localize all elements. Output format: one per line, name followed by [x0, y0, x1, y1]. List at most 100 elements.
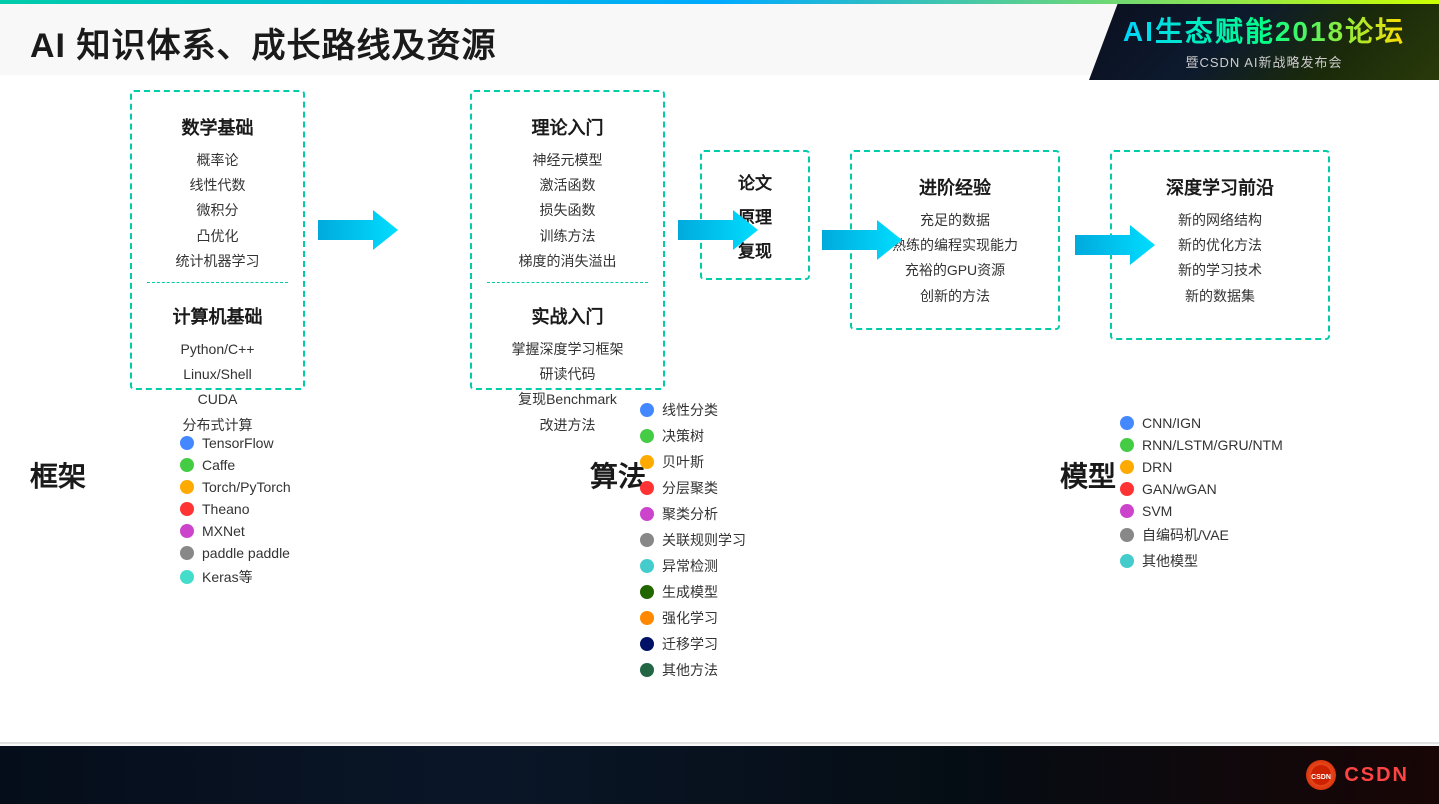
- algorithm-item: 贝叶斯: [640, 452, 746, 472]
- algorithm-name: 贝叶斯: [662, 452, 704, 472]
- theory-item-3: 损失函数: [487, 198, 648, 223]
- algorithm-item: 决策树: [640, 426, 746, 446]
- math-header: 数学基础: [147, 102, 288, 140]
- math-item-3: 微积分: [147, 198, 288, 223]
- model-name: CNN/IGN: [1142, 415, 1201, 431]
- deep-item-4: 新的数据集: [1127, 284, 1313, 309]
- model-dot: [1120, 554, 1134, 568]
- practical-item-1: 掌握深度学习框架: [487, 337, 648, 362]
- math-items: 概率论 线性代数 微积分 凸优化 统计机器学习: [147, 148, 288, 274]
- model-item: DRN: [1120, 459, 1283, 475]
- model-item: GAN/wGAN: [1120, 481, 1283, 497]
- math-item-1: 概率论: [147, 148, 288, 173]
- algorithm-item: 其他方法: [640, 660, 746, 680]
- algorithm-dot: [640, 663, 654, 677]
- page-title: AI 知识体系、成长路线及资源: [30, 18, 496, 67]
- model-name: DRN: [1142, 459, 1172, 475]
- algorithm-item: 强化学习: [640, 608, 746, 628]
- framework-item: Theano: [180, 501, 291, 517]
- algorithm-name: 关联规则学习: [662, 530, 746, 550]
- algorithm-dot: [640, 637, 654, 651]
- algorithm-name: 聚类分析: [662, 504, 718, 524]
- model-dot: [1120, 504, 1134, 518]
- algorithm-item: 分层聚类: [640, 478, 746, 498]
- algorithm-dot: [640, 481, 654, 495]
- framework-dot: [180, 524, 194, 538]
- model-name: 其他模型: [1142, 551, 1198, 571]
- practical-item-4: 改进方法: [487, 413, 648, 438]
- framework-item: Caffe: [180, 457, 291, 473]
- computer-header: 计算机基础: [147, 291, 288, 329]
- practical-item-2: 研读代码: [487, 362, 648, 387]
- math-item-4: 凸优化: [147, 224, 288, 249]
- framework-name: MXNet: [202, 523, 245, 539]
- box-divider-1: [147, 282, 288, 283]
- logo-title: AI生态赋能2018论坛: [1123, 10, 1405, 50]
- algorithm-name: 生成模型: [662, 582, 718, 602]
- framework-name: Caffe: [202, 457, 235, 473]
- arrow-2: [678, 205, 758, 260]
- csdn-icon: CSDN: [1306, 760, 1336, 790]
- arrow-1: [318, 205, 398, 260]
- model-dot: [1120, 460, 1134, 474]
- algorithm-dot: [640, 559, 654, 573]
- framework-item: Keras等: [180, 567, 291, 587]
- model-name: RNN/LSTM/GRU/NTM: [1142, 437, 1283, 453]
- framework-dot: [180, 480, 194, 494]
- practical-header: 实战入门: [487, 291, 648, 329]
- algorithm-dot: [640, 611, 654, 625]
- framework-dot: [180, 458, 194, 472]
- algorithm-name: 迁移学习: [662, 634, 718, 654]
- model-name: GAN/wGAN: [1142, 481, 1217, 497]
- framework-name: Keras等: [202, 567, 253, 587]
- algorithm-name: 其他方法: [662, 660, 718, 680]
- framework-name: paddle paddle: [202, 545, 290, 561]
- theory-item-2: 激活函数: [487, 173, 648, 198]
- framework-dot: [180, 546, 194, 560]
- arrow-3: [822, 215, 902, 270]
- model-item: 自编码机/VAE: [1120, 525, 1283, 545]
- model-item: RNN/LSTM/GRU/NTM: [1120, 437, 1283, 453]
- framework-item: TensorFlow: [180, 435, 291, 451]
- model-name: 自编码机/VAE: [1142, 525, 1229, 545]
- algorithm-dot: [640, 403, 654, 417]
- box-divider-2: [487, 282, 648, 283]
- model-item: CNN/IGN: [1120, 415, 1283, 431]
- model-item: SVM: [1120, 503, 1283, 519]
- computer-item-1: Python/C++: [147, 337, 288, 362]
- algorithm-item: 异常检测: [640, 556, 746, 576]
- models-list: CNN/IGN RNN/LSTM/GRU/NTM DRN GAN/wGAN SVM 自编码…: [1120, 415, 1283, 577]
- logo-subtitle: 暨CSDN AI新战略发布会: [1185, 52, 1342, 71]
- model-name: SVM: [1142, 503, 1172, 519]
- model-dot: [1120, 438, 1134, 452]
- computer-item-3: CUDA: [147, 387, 288, 412]
- model-dot: [1120, 528, 1134, 542]
- framework-name: Theano: [202, 501, 249, 517]
- bottom-bar: CSDN CSDN: [0, 746, 1439, 804]
- framework-dot: [180, 436, 194, 450]
- practical-items: 掌握深度学习框架 研读代码 复现Benchmark 改进方法: [487, 337, 648, 438]
- framework-dot: [180, 502, 194, 516]
- algorithm-dot: [640, 585, 654, 599]
- framework-item: MXNet: [180, 523, 291, 539]
- algorithms-list: 线性分类决策树贝叶斯分层聚类聚类分析关联规则学习异常检测生成模型强化学习迁移学习…: [640, 400, 746, 686]
- logo-area: AI生态赋能2018论坛 暨CSDN AI新战略发布会: [1089, 0, 1439, 80]
- framework-item: Torch/PyTorch: [180, 479, 291, 495]
- computer-item-2: Linux/Shell: [147, 362, 288, 387]
- algorithm-dot: [640, 429, 654, 443]
- advanced-header: 进阶经验: [867, 162, 1043, 200]
- theory-header: 理论入门: [487, 102, 648, 140]
- advanced-item-4: 创新的方法: [867, 284, 1043, 309]
- framework-item: paddle paddle: [180, 545, 291, 561]
- arrow-4: [1075, 220, 1155, 275]
- algorithm-item: 迁移学习: [640, 634, 746, 654]
- math-box: 数学基础 概率论 线性代数 微积分 凸优化 统计机器学习 计算机基础 Pytho…: [130, 90, 305, 390]
- computer-item-4: 分布式计算: [147, 413, 288, 438]
- model-item: 其他模型: [1120, 551, 1283, 571]
- algorithm-item: 生成模型: [640, 582, 746, 602]
- algorithms-label: 算法: [590, 455, 646, 495]
- frameworks-list: TensorFlow Caffe Torch/PyTorch Theano MXNet p…: [180, 435, 291, 593]
- frameworks-label: 框架: [30, 455, 86, 495]
- theory-item-5: 梯度的消失溢出: [487, 249, 648, 274]
- algorithm-name: 异常检测: [662, 556, 718, 576]
